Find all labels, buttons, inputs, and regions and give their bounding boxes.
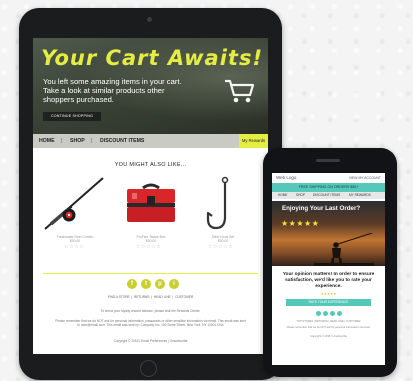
phone-device: Web Logo VIEW MY ACCOUNT FREE SHIPPING O…: [263, 148, 397, 377]
nav-shop[interactable]: SHOP: [70, 134, 85, 148]
pinterest-icon[interactable]: [330, 311, 335, 316]
copyright-line: Copyright © 2018 | Email Preferences | U…: [113, 339, 188, 343]
tablet-device: Your Cart Awaits! You left some amazing …: [19, 8, 282, 380]
nav-separator: |: [91, 138, 93, 144]
hero-title: Your Cart Awaits!: [41, 46, 264, 70]
tackle-box-icon[interactable]: [124, 181, 178, 225]
phone-nav-bar: HOME SHOP DISCOUNT ITEMS MY REWARDS: [272, 192, 385, 199]
tablet-nav-bar: HOME | SHOP | DISCOUNT ITEMS My Rewards: [33, 134, 268, 148]
footer-link-head-line[interactable]: HEAD LINE: [154, 295, 171, 299]
footer-links: FIND A STORE | RETURNS | HEAD LINE | CUS…: [33, 295, 268, 299]
pinterest-icon[interactable]: p: [155, 279, 165, 289]
footer-separator: |: [172, 295, 174, 299]
phone-copyright: Copyright © 2018 | Unsubscribe: [310, 335, 347, 338]
footer-link-returns[interactable]: RETURNS: [134, 295, 149, 299]
hero-message: You left some amazing items in your cart…: [43, 77, 182, 104]
rate-experience-button[interactable]: RATE YOUR EXPERIENCE: [286, 299, 371, 306]
shopping-cart-icon: [225, 79, 255, 103]
phone-nav-home[interactable]: HOME: [278, 192, 288, 199]
cart-hero-banner: Your Cart Awaits! You left some amazing …: [33, 38, 268, 134]
phone-rating-stars[interactable]: ★★★★★: [272, 292, 385, 296]
section-title: YOU MIGHT ALSO LIKE...: [114, 162, 187, 168]
fishing-hook-icon[interactable]: [205, 176, 235, 234]
nav-home[interactable]: HOME: [39, 134, 55, 148]
phone-privacy-note: Please remember that we do NOT ask for p…: [286, 326, 371, 329]
my-rewards-button[interactable]: My Rewards: [239, 134, 268, 148]
continue-shopping-button[interactable]: CONTINUE SHOPPING: [43, 112, 101, 121]
instagram-icon[interactable]: i: [169, 279, 179, 289]
phone-message: Your opinion matters! In order to ensure…: [282, 272, 375, 289]
instagram-icon[interactable]: [337, 311, 342, 316]
product-price: $00.00: [145, 239, 157, 243]
footer-separator: |: [131, 295, 133, 299]
tablet-home-button: [140, 360, 157, 377]
phone-nav-shop[interactable]: SHOP: [296, 192, 305, 199]
phone-header: Web Logo VIEW MY ACCOUNT: [272, 173, 385, 183]
phone-hero-stars[interactable]: ★★★★★: [281, 219, 319, 228]
phone-speaker: [316, 159, 340, 162]
tablet-camera: [147, 17, 152, 22]
fisherman-silhouette-icon: [314, 233, 374, 266]
nav-separator: |: [61, 138, 63, 144]
product-price: $00.00: [69, 239, 81, 243]
phone-nav-my-rewards[interactable]: MY REWARDS: [349, 192, 371, 199]
phone-screen: Web Logo VIEW MY ACCOUNT FREE SHIPPING O…: [272, 173, 385, 365]
phone-account-link[interactable]: VIEW MY ACCOUNT: [349, 176, 381, 180]
nav-discount-items[interactable]: DISCOUNT ITEMS: [100, 134, 144, 148]
tablet-screen: Your Cart Awaits! You left some amazing …: [33, 38, 268, 354]
phone-footer-links[interactable]: TOP STORES | RETURNS | HEAD LINE | CUSTO…: [278, 320, 379, 323]
phone-promo-bar: FREE SHIPPING ON ORDERS $50+: [272, 183, 385, 192]
product-price: $00.00: [217, 239, 229, 243]
product-rating: ☆☆☆☆☆: [136, 244, 162, 250]
footer-separator: |: [151, 295, 153, 299]
phone-logo[interactable]: Web Logo: [276, 175, 296, 180]
phone-nav-discount-items[interactable]: DISCOUNT ITEMS: [313, 192, 340, 199]
facebook-icon[interactable]: f: [127, 279, 137, 289]
facebook-icon[interactable]: [316, 311, 321, 316]
footer-divider: [43, 273, 258, 274]
phone-hero-banner: Enjoying Your Last Order? ★★★★★: [272, 201, 385, 266]
product-rating: ☆☆☆☆☆: [208, 244, 234, 250]
phone-hero-title: Enjoying Your Last Order?: [282, 205, 361, 212]
footer-link-customer[interactable]: CUSTOMER: [175, 295, 193, 299]
rewards-note: To check your loyalty reward balance, pl…: [100, 309, 201, 313]
privacy-note: Please remember that we do NOT ask for p…: [55, 319, 246, 327]
twitter-icon[interactable]: t: [141, 279, 151, 289]
product-rating: ☆☆☆☆: [64, 244, 85, 250]
footer-link-find-store[interactable]: FIND A STORE: [108, 295, 130, 299]
twitter-icon[interactable]: [323, 311, 328, 316]
fishing-reel-icon[interactable]: [43, 175, 105, 231]
